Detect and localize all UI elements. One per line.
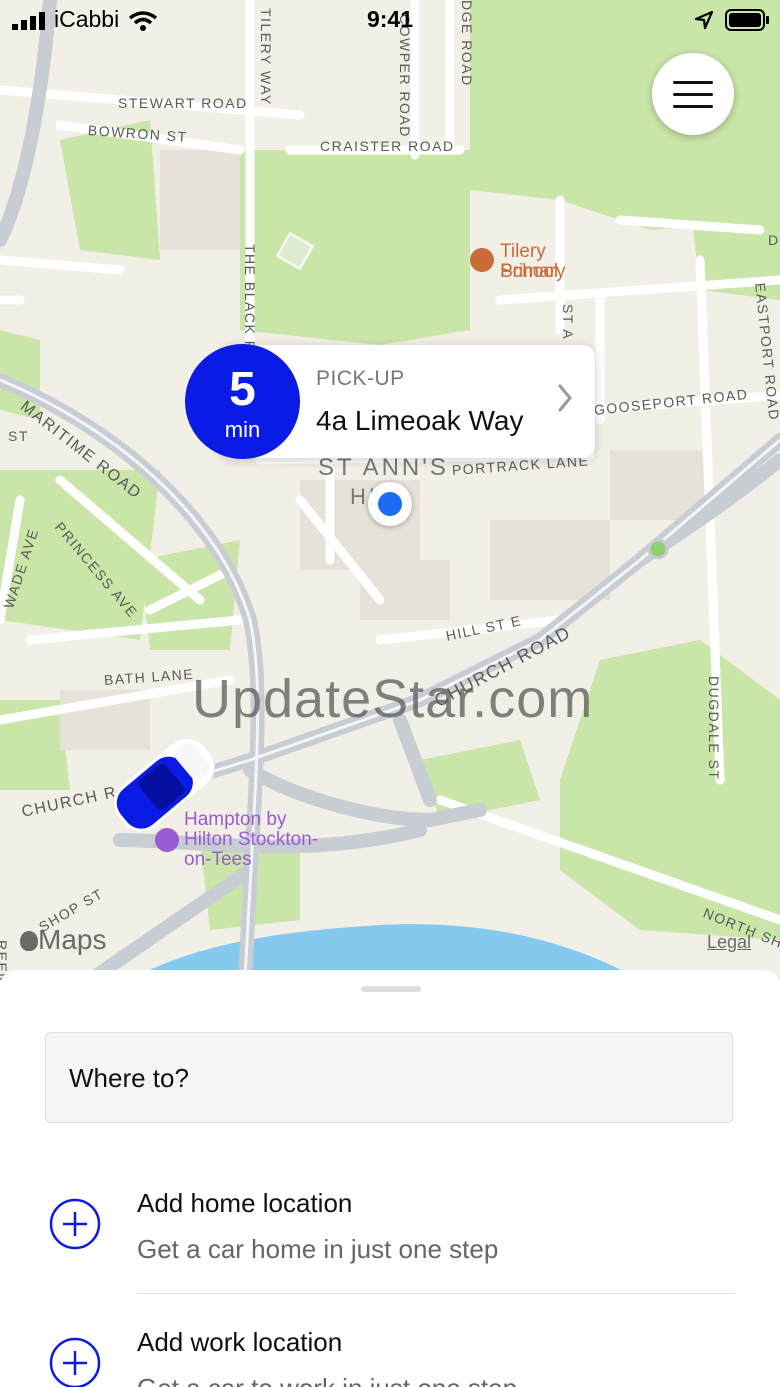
row-title: Add work location — [137, 1327, 343, 1357]
street-label: ST A — [560, 304, 576, 341]
maps-logo-text: Maps — [38, 924, 107, 955]
battery-icon — [725, 9, 769, 31]
school-icon — [470, 248, 494, 272]
poi-label: School — [500, 261, 559, 282]
add-home-location-row[interactable]: Add home location Get a car home in just… — [0, 1170, 780, 1290]
legal-link[interactable]: Legal — [707, 932, 751, 953]
bottom-sheet: Where to? Add home location Get a car ho… — [0, 970, 780, 1387]
poi-label: on-Tees — [184, 849, 252, 870]
eta-minutes: 5 — [229, 363, 256, 416]
eta-badge: 5 min — [185, 344, 300, 459]
street-label: DUGDALE ST — [706, 676, 722, 781]
location-arrow-icon — [694, 10, 714, 30]
street-label: CRAISTER ROAD — [320, 138, 455, 154]
clock: 9:41 — [366, 6, 414, 32]
poi-label: Hilton Stockton- — [184, 829, 319, 850]
row-subtitle: Get a car to work in just one step — [137, 1373, 517, 1387]
apple-icon — [20, 931, 38, 951]
sheet-grabber[interactable] — [361, 986, 421, 992]
menu-button[interactable] — [652, 53, 734, 135]
status-bar: iCabbi 9:41 — [0, 0, 780, 40]
street-label: ST — [8, 428, 29, 444]
street-label: THE BLACK P — [242, 244, 258, 352]
pickup-caption: PICK-UP — [316, 367, 405, 390]
map-view[interactable]: STEWART ROAD BOWRON ST TILERY WAY COWPER… — [0, 0, 780, 980]
maps-logo: Maps — [20, 924, 106, 956]
chevron-right-icon — [558, 384, 572, 412]
add-circle-icon — [49, 1337, 101, 1387]
destination-search[interactable]: Where to? — [45, 1032, 733, 1123]
row-title: Add home location — [137, 1188, 353, 1218]
eta-unit: min — [224, 417, 261, 442]
search-label: Where to? — [69, 1063, 189, 1093]
current-location-marker — [368, 482, 412, 526]
divider — [137, 1293, 735, 1294]
street-label: D — [768, 232, 780, 248]
street-label: STEWART ROAD — [118, 95, 248, 111]
add-work-location-row[interactable]: Add work location Get a car to work in j… — [0, 1310, 780, 1387]
watermark: UpdateStar.com — [192, 669, 594, 729]
add-circle-icon — [49, 1198, 101, 1250]
row-subtitle: Get a car home in just one step — [137, 1234, 499, 1264]
pickup-address: 4a Limeoak Way — [316, 405, 524, 436]
poi-label: Hampton by — [184, 809, 287, 830]
area-label: ST ANN'S — [318, 454, 449, 481]
